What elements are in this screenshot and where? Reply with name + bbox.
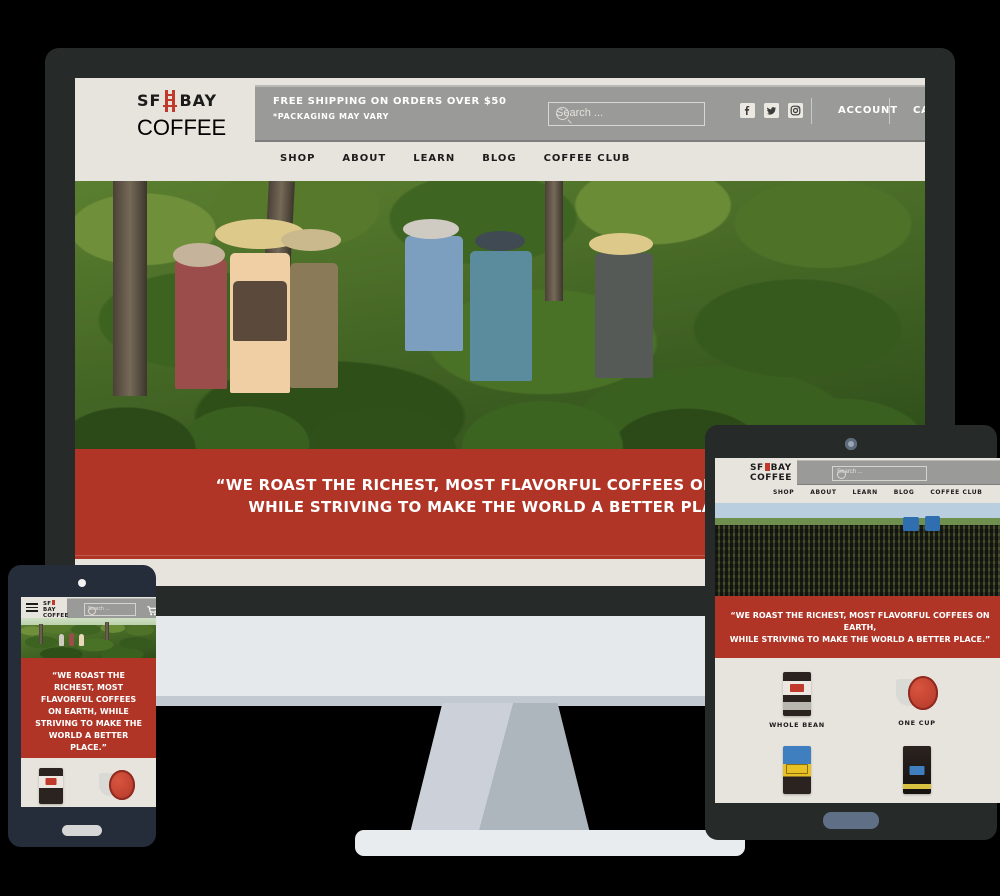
tablet-quote-line-1: “WE ROAST THE RICHEST, MOST FLAVORFUL CO… xyxy=(730,611,990,632)
tablet-camera-icon xyxy=(845,438,857,450)
tablet-quote-line-2: WHILE STRIVING TO MAKE THE WORLD A BETTE… xyxy=(729,635,991,644)
desktop-hero-image xyxy=(75,181,925,449)
phone-product-card-whole-bean[interactable] xyxy=(39,768,63,804)
free-shipping-message: FREE SHIPPING ON ORDERS OVER $50 xyxy=(273,96,507,107)
desktop-navbar: SHOP ABOUT LEARN BLOG COFFEE CLUB xyxy=(75,144,925,181)
blue-barrel-2 xyxy=(925,516,940,531)
logo-text-coffee: COFFEE xyxy=(137,115,227,140)
nav-item-coffee-club[interactable]: COFFEE CLUB xyxy=(544,153,631,164)
hamburger-menu-icon[interactable] xyxy=(26,603,38,612)
social-links xyxy=(740,103,803,118)
tablet-search-icon[interactable] xyxy=(837,470,846,479)
product-label-one-cup: ONE CUP xyxy=(898,719,936,727)
instagram-icon[interactable] xyxy=(788,103,803,118)
facebook-icon[interactable] xyxy=(740,103,755,118)
tablet-site-logo[interactable]: SF BAY COFFEE xyxy=(750,463,792,483)
desktop-topbar: SF BAY COFFEE FREE SHIPPING ON ORDERS OV… xyxy=(75,78,925,144)
phone-camera-icon xyxy=(78,579,86,587)
golden-gate-bridge-icon xyxy=(163,90,178,112)
tablet-navbar: SHOP ABOUT LEARN BLOG COFFEE CLUB xyxy=(715,485,1000,503)
product-card-yellow-bag[interactable] xyxy=(757,746,837,794)
tablet-nav-item-learn[interactable]: LEARN xyxy=(853,489,878,496)
tablet-screen: Search ... SF BAY COFFEE SHOP ABOUT LEAR… xyxy=(715,458,1000,803)
phone-golden-gate-bridge-icon xyxy=(52,600,56,605)
tablet-logo-text-sf: SF xyxy=(750,463,764,473)
phone-quote-line-3: FLAVORFUL COFFEES xyxy=(40,695,137,704)
divider-1 xyxy=(811,98,812,124)
blue-barrel xyxy=(903,517,919,531)
phone-product-card-one-cup[interactable] xyxy=(99,770,135,800)
phone-hero-image xyxy=(21,618,156,658)
utility-bar: FREE SHIPPING ON ORDERS OVER $50 *PACKAG… xyxy=(255,85,925,142)
cart-link[interactable]: CART xyxy=(913,105,925,116)
phone-shopping-cart-icon[interactable] xyxy=(147,603,156,616)
monitor-stand xyxy=(410,703,590,833)
phone-coffee-bag-icon xyxy=(39,768,63,804)
packaging-note: *PACKAGING MAY VARY xyxy=(273,112,390,121)
nav-item-about[interactable]: ABOUT xyxy=(342,153,386,164)
search-input[interactable]: Search ... xyxy=(548,102,705,126)
coffee-nursery-photo xyxy=(715,503,1000,596)
tablet-quote-banner: “WE ROAST THE RICHEST, MOST FLAVORFUL CO… xyxy=(715,596,1000,658)
logo-text-sf: SF xyxy=(137,91,162,110)
coffee-bag-icon xyxy=(783,672,811,716)
phone-k-cup-pod-icon xyxy=(99,770,135,800)
phone-quote-text: “WE ROAST THE RICHEST, MOST FLAVORFUL CO… xyxy=(27,670,150,754)
tablet-mockup: Search ... SF BAY COFFEE SHOP ABOUT LEAR… xyxy=(705,425,1000,840)
twitter-icon[interactable] xyxy=(764,103,779,118)
phone-quote-line-1: “WE ROAST THE xyxy=(52,671,125,680)
phone-home-indicator[interactable] xyxy=(62,825,102,836)
search-icon[interactable] xyxy=(556,107,569,120)
tablet-nav-item-shop[interactable]: SHOP xyxy=(773,489,794,496)
phone-utility-bar: Search ... xyxy=(67,598,156,619)
phone-site-logo[interactable]: SF BAY COFFEE xyxy=(43,600,69,619)
tablet-nav-item-blog[interactable]: BLOG xyxy=(894,489,915,496)
monitor-base xyxy=(355,830,745,856)
phone-topbar: Search ... SF BAY COFFEE xyxy=(21,597,156,619)
k-cup-pod-icon xyxy=(896,676,938,710)
tablet-main-nav: SHOP ABOUT LEARN BLOG COFFEE CLUB xyxy=(773,489,982,496)
coffee-bag-yellow-icon xyxy=(783,746,811,794)
tablet-logo-text-coffee: COFFEE xyxy=(750,473,792,483)
phone-mockup: Search ... SF BAY COFFEE “WE ROAST THE R… xyxy=(8,565,156,847)
coffee-bag-dark-icon xyxy=(903,746,931,794)
site-logo[interactable]: SF BAY COFFEE xyxy=(137,90,245,140)
phone-quote-banner: “WE ROAST THE RICHEST, MOST FLAVORFUL CO… xyxy=(21,658,156,758)
tablet-utility-bar: Search ... xyxy=(797,460,1000,485)
phone-quote-line-5: STRIVING TO MAKE THE xyxy=(35,719,142,728)
tablet-product-grid: WHOLE BEAN ONE CUP xyxy=(715,658,1000,803)
phone-screen: Search ... SF BAY COFFEE “WE ROAST THE R… xyxy=(21,597,156,807)
phone-quote-line-2: RICHEST, MOST xyxy=(53,683,124,692)
phone-quote-line-4: ON EARTH, WHILE xyxy=(48,707,129,716)
tablet-home-button[interactable] xyxy=(823,812,879,829)
tablet-logo-text-bay: BAY xyxy=(770,463,792,473)
phone-coffee-farm-photo xyxy=(21,618,156,658)
logo-text-bay: BAY xyxy=(179,91,218,110)
nav-item-shop[interactable]: SHOP xyxy=(280,153,315,164)
product-label-whole-bean: WHOLE BEAN xyxy=(769,721,825,729)
tablet-quote-text: “WE ROAST THE RICHEST, MOST FLAVORFUL CO… xyxy=(715,610,1000,646)
product-card-dark-bag[interactable] xyxy=(877,746,957,794)
tablet-golden-gate-bridge-icon xyxy=(764,463,770,471)
tablet-topbar: Search ... SF BAY COFFEE xyxy=(715,458,1000,485)
phone-search-input[interactable]: Search ... xyxy=(84,603,136,616)
product-card-whole-bean[interactable]: WHOLE BEAN xyxy=(757,672,837,729)
responsive-device-mockup: SF BAY COFFEE FREE SHIPPING ON ORDERS OV… xyxy=(0,0,1000,896)
phone-search-icon[interactable] xyxy=(88,606,96,615)
divider-2 xyxy=(889,98,890,124)
phone-quote-line-6: WORLD A BETTER xyxy=(48,731,129,740)
tablet-search-input[interactable]: Search ... xyxy=(832,466,927,481)
product-card-one-cup[interactable]: ONE CUP xyxy=(877,672,957,727)
phone-product-grid xyxy=(21,758,156,807)
nav-item-blog[interactable]: BLOG xyxy=(482,153,516,164)
nav-item-learn[interactable]: LEARN xyxy=(413,153,455,164)
main-nav: SHOP ABOUT LEARN BLOG COFFEE CLUB xyxy=(280,153,630,164)
tablet-hero-image xyxy=(715,503,1000,596)
coffee-farm-photo xyxy=(75,181,925,449)
tablet-nav-item-about[interactable]: ABOUT xyxy=(810,489,836,496)
tablet-nav-item-coffee-club[interactable]: COFFEE CLUB xyxy=(930,489,982,496)
phone-quote-line-7: PLACE.” xyxy=(70,743,107,752)
